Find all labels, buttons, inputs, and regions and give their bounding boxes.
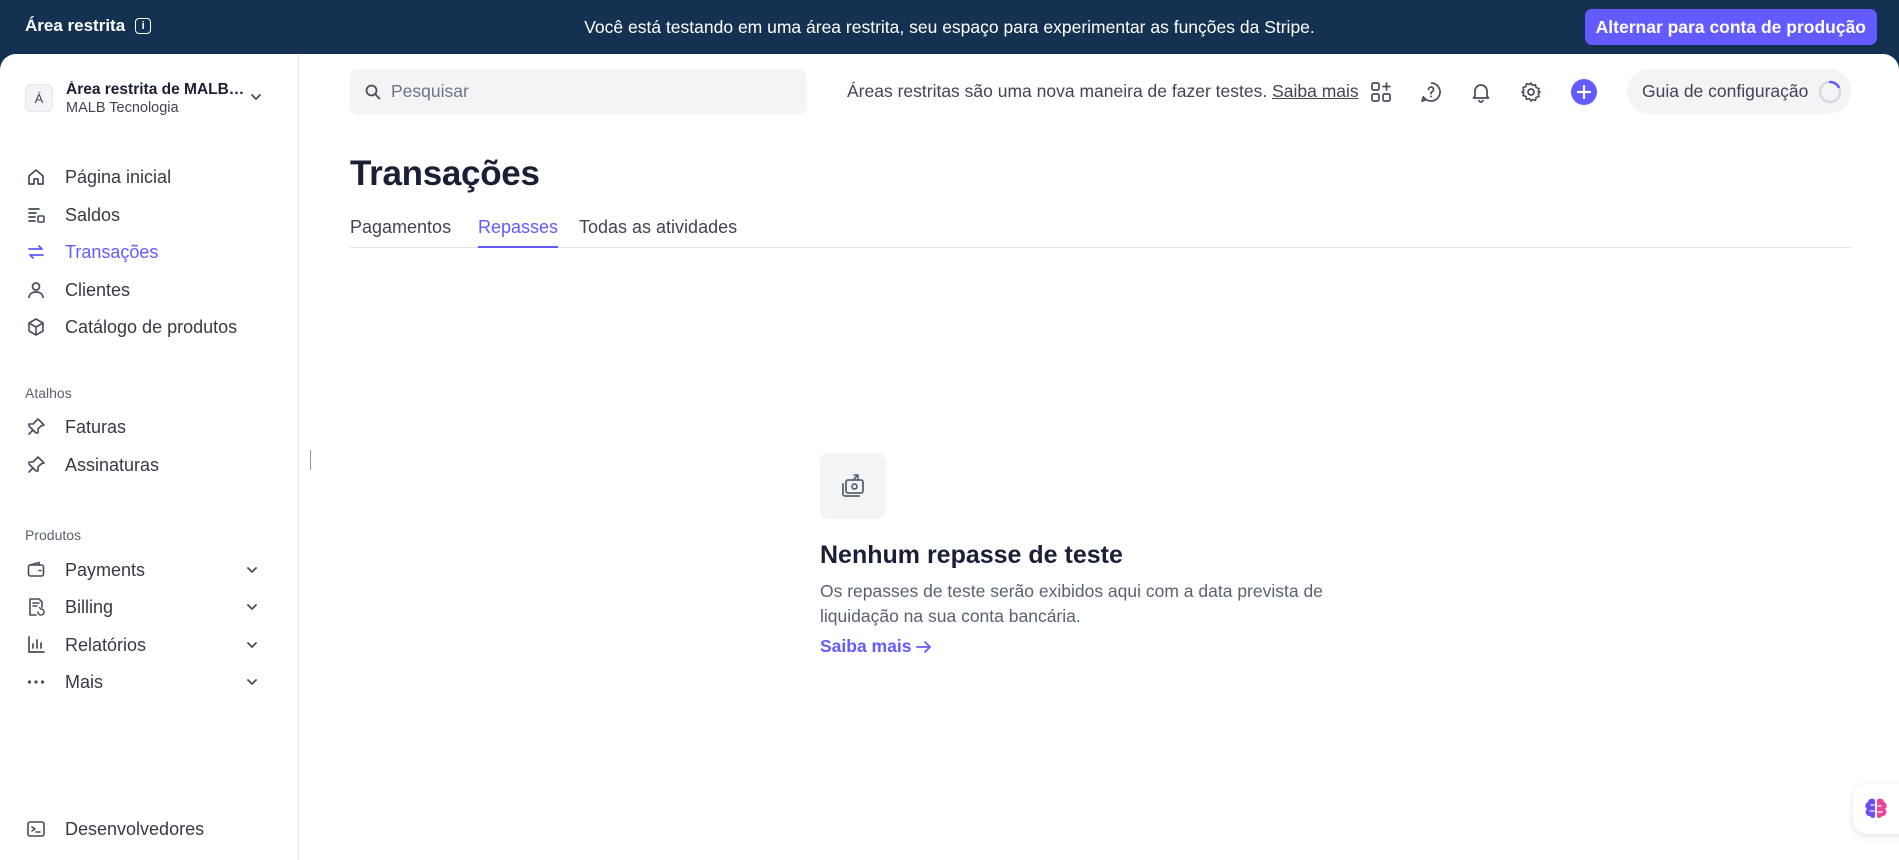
transactions-icon — [25, 241, 47, 263]
brain-icon — [1865, 798, 1887, 818]
sidebar-item-label: Catálogo de produtos — [65, 316, 238, 337]
payouts-empty-icon — [820, 453, 886, 519]
gear-icon[interactable] — [1519, 80, 1543, 104]
sidebar-item-customers[interactable]: Clientes — [25, 274, 275, 306]
setup-guide-button[interactable]: Guia de configuração — [1627, 69, 1851, 114]
arrow-right-icon — [916, 640, 932, 653]
sidebar-item-label: Desenvolvedores — [65, 818, 205, 839]
customers-icon — [25, 279, 47, 301]
create-plus-button[interactable] — [1571, 79, 1597, 105]
tab-bar: Pagamentos Repasses Todas as atividades — [350, 206, 1851, 248]
account-switcher[interactable]: Á Área restrita de MALB Tecnologia MALB … — [25, 74, 275, 122]
sidebar-item-label: Relatórios — [65, 634, 147, 655]
tab-all-activity[interactable]: Todas as atividades — [579, 217, 737, 248]
sidebar-item-payments[interactable]: Payments — [25, 554, 275, 586]
chevron-down-icon — [247, 604, 257, 610]
sidebar-item-label: Faturas — [65, 416, 127, 437]
terminal-icon — [25, 818, 47, 840]
sidebar-item-label: Página inicial — [65, 166, 172, 187]
pin-icon — [25, 454, 47, 476]
setup-guide-label: Guia de configuração — [1642, 81, 1809, 101]
sidebar-item-developers[interactable]: Desenvolvedores — [25, 813, 275, 845]
sidebar-item-home[interactable]: Página inicial — [25, 161, 275, 193]
sandbox-banner: Área restrita i Você está testando em um… — [0, 0, 1899, 54]
tab-payouts[interactable]: Repasses — [478, 217, 559, 248]
sidebar-item-transactions[interactable]: Transações — [25, 236, 275, 268]
sidebar-item-subscriptions[interactable]: Assinaturas — [25, 449, 275, 481]
apps-icon[interactable] — [1369, 80, 1393, 104]
sidebar-item-balances[interactable]: Saldos — [25, 199, 275, 231]
wallet-icon — [25, 559, 47, 581]
shortcuts-section-label: Atalhos — [25, 385, 72, 401]
sidebar-item-more[interactable]: Mais — [25, 666, 275, 698]
sidebar-resize-handle[interactable] — [310, 450, 311, 470]
balances-icon — [25, 204, 47, 226]
more-dots-icon — [25, 671, 47, 693]
sandbox-note-text: Áreas restritas são uma nova maneira de … — [847, 81, 1268, 101]
assistant-button[interactable] — [1853, 784, 1899, 834]
account-avatar: Á — [25, 84, 53, 112]
empty-state-title: Nenhum repasse de teste — [820, 541, 1123, 569]
sidebar-item-label: Clientes — [65, 279, 131, 300]
empty-state-description: Os repasses de teste serão exibidos aqui… — [820, 581, 1323, 626]
chevron-down-icon — [251, 94, 261, 100]
sidebar-item-billing[interactable]: Billing — [25, 591, 275, 623]
progress-ring-icon — [1818, 80, 1842, 104]
sandbox-note: Áreas restritas são uma nova maneira de … — [847, 81, 1359, 102]
sidebar-item-invoices[interactable]: Faturas — [25, 411, 275, 443]
search-icon — [365, 84, 381, 99]
product-catalog-icon — [25, 316, 47, 338]
sidebar: Á Área restrita de MALB Tecnologia MALB … — [0, 54, 299, 860]
account-company: MALB Tecnologia — [66, 99, 179, 116]
sidebar-item-product-catalog[interactable]: Catálogo de produtos — [25, 311, 275, 343]
sidebar-item-reports[interactable]: Relatórios — [25, 629, 275, 661]
tab-payments[interactable]: Pagamentos — [350, 217, 451, 248]
billing-icon — [25, 596, 47, 618]
sidebar-item-label: Assinaturas — [65, 454, 160, 475]
sidebar-item-label: Billing — [65, 596, 114, 617]
search-input[interactable] — [391, 81, 791, 102]
reports-icon — [25, 634, 47, 656]
account-name: Área restrita de MALB Tecnologia — [66, 80, 246, 98]
switch-to-live-button[interactable]: Alternar para conta de produção — [1584, 9, 1877, 45]
products-section-label: Produtos — [25, 527, 82, 543]
sidebar-item-label: Mais — [65, 671, 104, 692]
sidebar-item-label: Saldos — [65, 204, 121, 225]
page-title: Transações — [350, 154, 540, 193]
chevron-down-icon — [247, 567, 257, 573]
home-icon — [25, 166, 47, 188]
sandbox-learn-more-link[interactable]: Saiba mais — [1272, 81, 1359, 101]
search-bar[interactable] — [350, 69, 807, 114]
bell-icon[interactable] — [1469, 80, 1493, 104]
dashboard-surface: Á Área restrita de MALB Tecnologia MALB … — [0, 54, 1899, 860]
chevron-down-icon — [247, 679, 257, 685]
empty-state-learn-more-link[interactable]: Saiba mais — [820, 636, 932, 657]
chevron-down-icon — [247, 642, 257, 648]
sidebar-item-label: Payments — [65, 559, 146, 580]
pin-icon — [25, 416, 47, 438]
sidebar-item-label: Transações — [65, 241, 159, 262]
help-icon[interactable] — [1419, 80, 1443, 104]
empty-state-link-label: Saiba mais — [820, 636, 912, 656]
plus-icon — [1577, 85, 1591, 99]
